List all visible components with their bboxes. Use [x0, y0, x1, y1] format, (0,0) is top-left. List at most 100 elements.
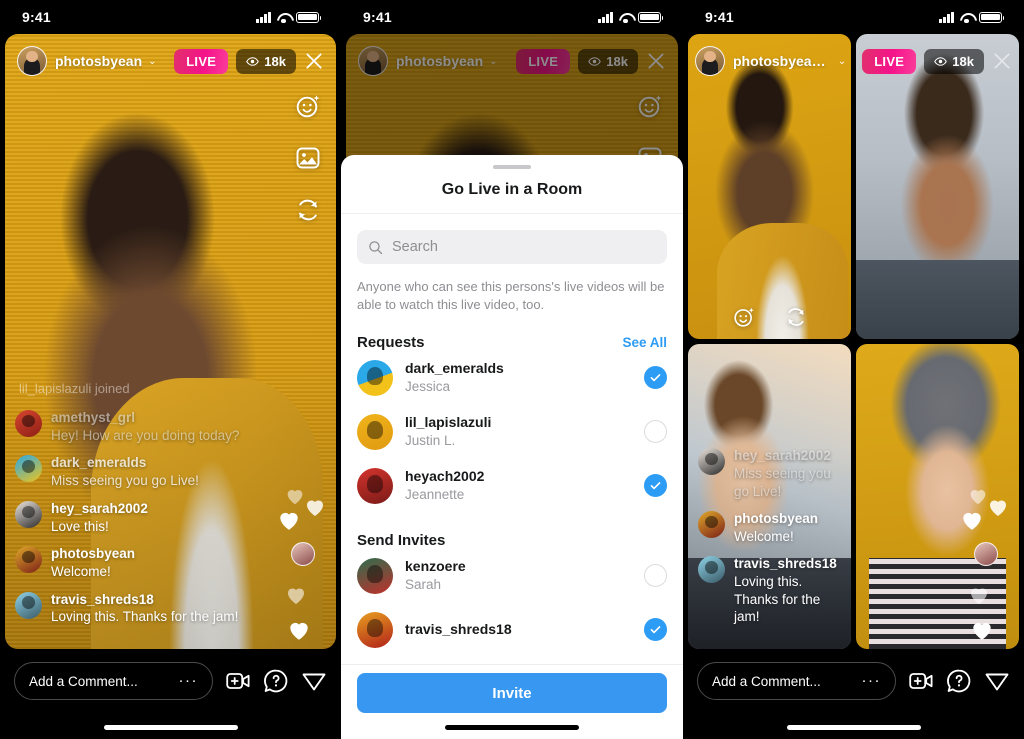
- participant-video: [856, 344, 1019, 649]
- phone-panel-go-live-room: 9:41 photosbyean ⌄ LIVE 18k Go Live in a…: [341, 0, 683, 739]
- home-indicator: [445, 725, 579, 730]
- list-item[interactable]: travis_shreds18: [357, 603, 667, 657]
- wifi-icon: [276, 12, 291, 23]
- commenter-avatar: [698, 448, 725, 476]
- viewer-count-badge[interactable]: 18k: [236, 48, 296, 74]
- media-gallery-icon[interactable]: [294, 144, 322, 172]
- comment-input[interactable]: Add a Comment... ···: [14, 662, 213, 700]
- user-username: heyach2002: [405, 468, 485, 485]
- user-realname: Sarah: [405, 577, 442, 593]
- comment-row: hey_sarah2002 Love this!: [15, 500, 326, 535]
- effects-smiley-icon[interactable]: [294, 92, 322, 120]
- avatar[interactable]: [17, 46, 47, 76]
- invites-section-header: Send Invites: [357, 532, 667, 549]
- broadcaster-handle[interactable]: photosbyean: [55, 53, 142, 69]
- battery-icon: [979, 11, 1005, 23]
- comment-text: Welcome!: [734, 528, 794, 544]
- comment-username: dark_emeralds: [51, 455, 147, 471]
- avatar: [357, 413, 393, 450]
- effects-smiley-icon[interactable]: [732, 305, 756, 329]
- battery-icon: [638, 11, 664, 23]
- select-toggle-checked[interactable]: [644, 618, 667, 642]
- participant-tile-1[interactable]: [688, 34, 851, 339]
- chevron-down-icon[interactable]: ⌄: [148, 56, 156, 67]
- comment-input[interactable]: Add a Comment... ···: [697, 662, 896, 700]
- comment-row: travis_shreds18 Loving this. Thanks for …: [15, 591, 326, 626]
- comment-row: dark_emeralds Miss seeing you go Live!: [15, 455, 326, 489]
- sheet-description: Anyone who can see this persons's live v…: [357, 279, 665, 313]
- cellular-signal-icon: [256, 11, 271, 23]
- avatar: [357, 467, 393, 504]
- invite-button[interactable]: Invite: [357, 673, 667, 713]
- see-all-link[interactable]: See All: [622, 335, 667, 350]
- camera-tool-rail: [688, 305, 851, 329]
- phone-panel-live-room-grid: 9:41 hey_sarah2002 Miss seeing you go Li…: [683, 0, 1024, 739]
- select-toggle-checked[interactable]: [644, 366, 667, 390]
- comment-row: travis_shreds18 Loving this. Thanks for …: [698, 556, 841, 626]
- status-bar: 9:41: [0, 0, 341, 34]
- comment-text: Miss seeing you go Live!: [734, 465, 831, 499]
- participant-tile-4[interactable]: [856, 344, 1019, 649]
- status-badge-live: LIVE: [862, 48, 917, 74]
- status-badge-live: LIVE: [174, 48, 229, 74]
- cellular-signal-icon: [939, 11, 954, 23]
- user-realname: Jeannette: [405, 487, 465, 503]
- commenter-avatar: [15, 546, 42, 574]
- check-icon: [650, 482, 661, 490]
- share-direct-icon[interactable]: [301, 668, 327, 694]
- cellular-signal-icon: [598, 11, 613, 23]
- select-toggle-unchecked[interactable]: [644, 564, 667, 588]
- comment-username: travis_shreds18: [734, 556, 837, 572]
- participant-tile-3[interactable]: hey_sarah2002 Miss seeing you go Live! p…: [688, 344, 851, 649]
- user-username: dark_emeralds: [405, 360, 504, 377]
- eye-icon: [246, 56, 260, 66]
- status-bar: 9:41: [341, 0, 683, 34]
- status-bar-time: 9:41: [22, 9, 51, 25]
- list-item[interactable]: kenzoere Sarah: [357, 549, 667, 603]
- list-item[interactable]: lil_lapislazuli Justin L.: [357, 405, 667, 459]
- select-toggle-unchecked[interactable]: [644, 420, 667, 444]
- viewer-count-value: 18k: [264, 53, 286, 69]
- commenter-avatar: [15, 409, 42, 437]
- close-icon[interactable]: [992, 51, 1012, 71]
- add-video-icon[interactable]: [908, 668, 934, 694]
- participant-tile-2[interactable]: [856, 34, 1019, 339]
- search-input[interactable]: Search: [357, 230, 667, 264]
- add-video-icon[interactable]: [225, 668, 251, 694]
- comments-overlay[interactable]: hey_sarah2002 Miss seeing you go Live! p…: [688, 448, 851, 649]
- list-item[interactable]: heyach2002 Jeannette: [357, 459, 667, 513]
- chevron-down-icon[interactable]: ⌄: [838, 56, 846, 67]
- user-username: kenzoere: [405, 558, 466, 575]
- check-icon: [650, 374, 661, 382]
- flip-camera-icon[interactable]: [294, 196, 322, 224]
- status-bar: 9:41: [683, 0, 1024, 34]
- broadcaster-handle-group[interactable]: photosbyean, ame...: [733, 53, 832, 69]
- live-video-surface[interactable]: photosbyean ⌄ LIVE 18k lil_lapislazuli j…: [5, 34, 336, 649]
- question-help-icon[interactable]: [946, 668, 972, 694]
- user-username: lil_lapislazuli: [405, 414, 492, 431]
- comment-text: Miss seeing you go Live!: [51, 473, 199, 489]
- comment-input-placeholder: Add a Comment...: [712, 673, 821, 689]
- status-bar-indicators: [939, 11, 1005, 23]
- comment-row: photosbyean Welcome!: [698, 511, 841, 545]
- check-icon: [650, 626, 661, 634]
- room-participant-grid: hey_sarah2002 Miss seeing you go Live! p…: [688, 34, 1019, 649]
- home-indicator: [786, 725, 921, 730]
- status-bar-time: 9:41: [363, 9, 392, 25]
- list-item[interactable]: dark_emeralds Jessica: [357, 351, 667, 405]
- avatar[interactable]: [695, 46, 725, 76]
- viewer-count-badge[interactable]: 18k: [924, 48, 984, 74]
- select-toggle-checked[interactable]: [644, 474, 667, 498]
- participant-video: [856, 34, 1019, 339]
- flip-camera-icon[interactable]: [784, 305, 808, 329]
- home-indicator: [103, 725, 238, 730]
- phone-panel-live-solo: 9:41 photosbyean ⌄ LIVE 18k lil_lapislaz…: [0, 0, 341, 739]
- question-help-icon[interactable]: [263, 668, 289, 694]
- close-icon[interactable]: [304, 51, 324, 71]
- comment-username: photosbyean: [734, 511, 819, 527]
- comment-username: travis_shreds18: [51, 591, 154, 607]
- comment-text: Welcome!: [51, 564, 111, 580]
- share-direct-icon[interactable]: [984, 668, 1010, 694]
- comments-overlay[interactable]: lil_lapislazuli joined amethyst_grl Hey!…: [5, 380, 336, 649]
- camera-tool-rail: [294, 92, 322, 224]
